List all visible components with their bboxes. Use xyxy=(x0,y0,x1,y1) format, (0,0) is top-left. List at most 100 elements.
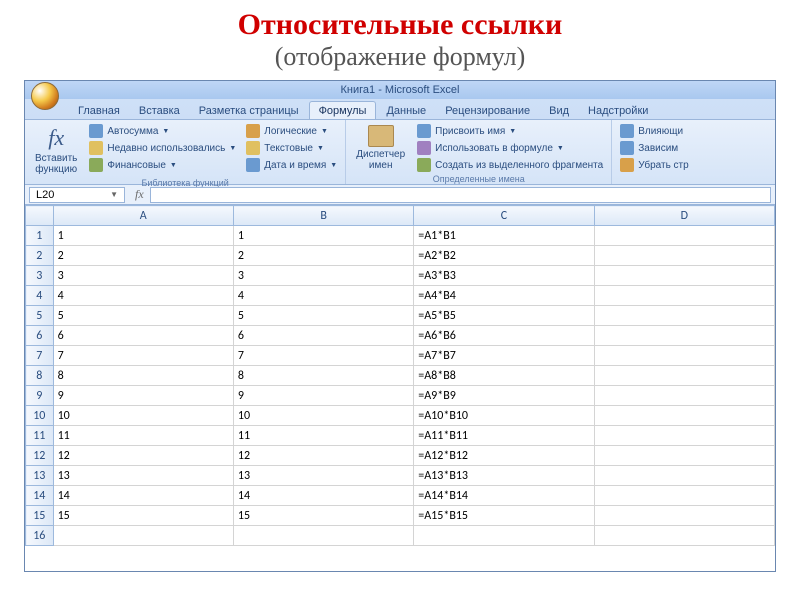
cell[interactable]: 14 xyxy=(53,486,233,506)
cell[interactable]: 6 xyxy=(53,326,233,346)
cell[interactable]: 8 xyxy=(233,366,413,386)
cell[interactable]: =A3*B3 xyxy=(414,266,594,286)
cell[interactable]: =A11*B11 xyxy=(414,426,594,446)
col-header-D[interactable]: D xyxy=(594,206,774,226)
row-header[interactable]: 11 xyxy=(26,426,54,446)
cell[interactable]: 1 xyxy=(233,226,413,246)
cell[interactable] xyxy=(594,386,774,406)
financial-button[interactable]: Финансовые ▼ xyxy=(87,157,238,173)
row-header[interactable]: 3 xyxy=(26,266,54,286)
office-button[interactable] xyxy=(31,82,59,110)
create-from-selection-button[interactable]: Создать из выделенного фрагмента xyxy=(415,157,605,173)
cell[interactable]: =A12*B12 xyxy=(414,446,594,466)
row-header[interactable]: 13 xyxy=(26,466,54,486)
cell[interactable] xyxy=(594,486,774,506)
name-box[interactable]: L20 ▼ xyxy=(29,187,125,203)
col-header-C[interactable]: C xyxy=(414,206,594,226)
cell[interactable]: =A7*B7 xyxy=(414,346,594,366)
cell[interactable]: =A2*B2 xyxy=(414,246,594,266)
row-header[interactable]: 12 xyxy=(26,446,54,466)
cell[interactable] xyxy=(594,426,774,446)
cell[interactable] xyxy=(594,526,774,546)
col-header-B[interactable]: B xyxy=(233,206,413,226)
cell[interactable]: 9 xyxy=(53,386,233,406)
logical-button[interactable]: Логические ▼ xyxy=(244,123,339,139)
insert-function-button[interactable]: fx Вставить функцию xyxy=(31,123,81,177)
recent-button[interactable]: Недавно использовались ▼ xyxy=(87,140,238,156)
cell[interactable]: =A1*B1 xyxy=(414,226,594,246)
row-header[interactable]: 9 xyxy=(26,386,54,406)
cell[interactable]: 3 xyxy=(53,266,233,286)
col-header-A[interactable]: A xyxy=(53,206,233,226)
define-name-button[interactable]: Присвоить имя ▼ xyxy=(415,123,605,139)
cell[interactable]: =A10*B10 xyxy=(414,406,594,426)
datetime-button[interactable]: Дата и время ▼ xyxy=(244,157,339,173)
cell[interactable] xyxy=(233,526,413,546)
cell[interactable] xyxy=(594,446,774,466)
cell[interactable] xyxy=(594,286,774,306)
cell[interactable]: 11 xyxy=(233,426,413,446)
cell[interactable]: 2 xyxy=(53,246,233,266)
name-box-dropdown-icon[interactable]: ▼ xyxy=(110,190,118,199)
cell[interactable]: 1 xyxy=(53,226,233,246)
trace-precedents-button[interactable]: Влияющи xyxy=(618,123,690,139)
cell[interactable]: 2 xyxy=(233,246,413,266)
cell[interactable]: 12 xyxy=(233,446,413,466)
cell[interactable]: 13 xyxy=(233,466,413,486)
cell[interactable] xyxy=(594,326,774,346)
tab-data[interactable]: Данные xyxy=(377,102,435,119)
cell[interactable]: =A15*B15 xyxy=(414,506,594,526)
cell[interactable]: 13 xyxy=(53,466,233,486)
cell[interactable] xyxy=(53,526,233,546)
cell[interactable]: =A14*B14 xyxy=(414,486,594,506)
tab-insert[interactable]: Вставка xyxy=(130,102,189,119)
cell[interactable] xyxy=(594,226,774,246)
row-header[interactable]: 5 xyxy=(26,306,54,326)
tab-home[interactable]: Главная xyxy=(69,102,129,119)
cell[interactable] xyxy=(594,266,774,286)
cell[interactable] xyxy=(594,246,774,266)
cell[interactable] xyxy=(594,506,774,526)
cell[interactable]: 12 xyxy=(53,446,233,466)
cell[interactable] xyxy=(414,526,594,546)
cell[interactable]: 4 xyxy=(53,286,233,306)
name-manager-button[interactable]: Диспетчер имен xyxy=(352,123,409,173)
cell[interactable]: =A5*B5 xyxy=(414,306,594,326)
cell[interactable]: =A6*B6 xyxy=(414,326,594,346)
cell[interactable]: 3 xyxy=(233,266,413,286)
cell[interactable] xyxy=(594,306,774,326)
row-header[interactable]: 6 xyxy=(26,326,54,346)
cell[interactable]: 5 xyxy=(53,306,233,326)
tab-review[interactable]: Рецензирование xyxy=(436,102,539,119)
row-header[interactable]: 15 xyxy=(26,506,54,526)
cell[interactable]: 8 xyxy=(53,366,233,386)
cell[interactable]: 4 xyxy=(233,286,413,306)
cell[interactable] xyxy=(594,346,774,366)
text-button[interactable]: Текстовые ▼ xyxy=(244,140,339,156)
remove-arrows-button[interactable]: Убрать стр xyxy=(618,157,690,173)
cell[interactable]: 7 xyxy=(53,346,233,366)
row-header[interactable]: 1 xyxy=(26,226,54,246)
tab-addins[interactable]: Надстройки xyxy=(579,102,657,119)
cell[interactable]: 15 xyxy=(233,506,413,526)
cell[interactable]: 15 xyxy=(53,506,233,526)
cell[interactable] xyxy=(594,466,774,486)
cell[interactable]: =A4*B4 xyxy=(414,286,594,306)
formula-input[interactable] xyxy=(150,187,771,203)
use-in-formula-button[interactable]: Использовать в формуле ▼ xyxy=(415,140,605,156)
cell[interactable] xyxy=(594,366,774,386)
autosum-button[interactable]: Автосумма ▼ xyxy=(87,123,238,139)
tab-layout[interactable]: Разметка страницы xyxy=(190,102,308,119)
cell[interactable]: 11 xyxy=(53,426,233,446)
row-header[interactable]: 7 xyxy=(26,346,54,366)
tab-formulas[interactable]: Формулы xyxy=(309,101,377,119)
tab-view[interactable]: Вид xyxy=(540,102,578,119)
cell[interactable] xyxy=(594,406,774,426)
fx-icon-small[interactable]: fx xyxy=(129,187,150,202)
cell[interactable]: =A8*B8 xyxy=(414,366,594,386)
cell[interactable]: 10 xyxy=(233,406,413,426)
cell[interactable]: 7 xyxy=(233,346,413,366)
row-header[interactable]: 2 xyxy=(26,246,54,266)
cell[interactable]: 5 xyxy=(233,306,413,326)
cell[interactable]: =A13*B13 xyxy=(414,466,594,486)
